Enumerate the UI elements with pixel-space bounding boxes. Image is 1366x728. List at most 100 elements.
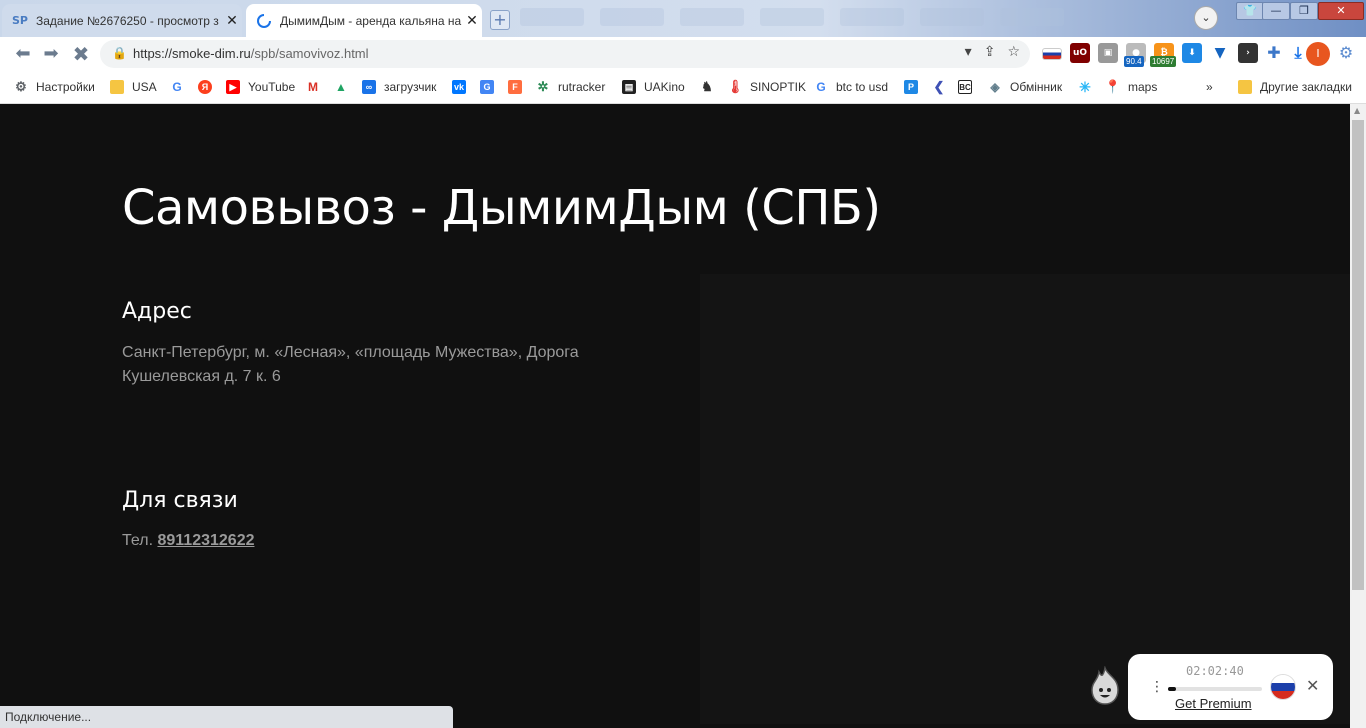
- bookmark-f[interactable]: F: [508, 78, 530, 96]
- tab-strip: SP Задание №2676250 - просмотр з ✕ Дымим…: [0, 0, 1366, 37]
- uakino-icon: ▤: [622, 80, 636, 94]
- close-icon[interactable]: ✕: [1306, 676, 1319, 695]
- russia-flag-icon[interactable]: [1270, 674, 1296, 700]
- other-bookmarks[interactable]: Другие закладки: [1238, 78, 1352, 96]
- ublock-icon[interactable]: uO: [1070, 43, 1090, 63]
- share-icon[interactable]: ⇪: [984, 44, 996, 60]
- address-heading: Адрес: [122, 299, 192, 324]
- vk-icon: vk: [452, 80, 466, 94]
- star-icon: ✳: [1079, 78, 1091, 95]
- url-text: https://smoke-dim.ru/spb/samovivoz.html: [133, 46, 369, 61]
- bookmark-downloader[interactable]: ∞ загрузчик: [362, 78, 436, 96]
- tab-search-button[interactable]: ⌄: [1194, 6, 1218, 30]
- extension-badge: 10697: [1150, 56, 1177, 67]
- terminal-extension-icon[interactable]: ›: [1238, 43, 1258, 63]
- diamond-icon: ◈: [990, 80, 1000, 94]
- loading-spinner-icon: [256, 13, 272, 29]
- bookmark-google[interactable]: G: [170, 78, 192, 96]
- google-icon: G: [172, 80, 182, 94]
- youtube-icon: ▶: [226, 80, 240, 94]
- page-title: Самовывоз - ДымимДым (СПБ): [122, 180, 881, 236]
- status-bar: Подключение...: [0, 706, 453, 728]
- address-text: Санкт-Петербург, м. «Лесная», «площадь М…: [122, 344, 579, 385]
- bookmark-maps[interactable]: 📍 maps: [1104, 78, 1157, 96]
- bookmark-gmail[interactable]: M: [306, 78, 328, 96]
- bookmark-youtube[interactable]: ▶ YouTube: [226, 78, 295, 96]
- extensions-puzzle-icon[interactable]: ✚: [1264, 43, 1284, 63]
- bookmark-drive[interactable]: ▲: [334, 78, 356, 96]
- arrow-icon: ❮: [933, 79, 945, 94]
- scrollbar[interactable]: ▲: [1350, 104, 1366, 728]
- more-vert-icon[interactable]: ⋮: [1150, 679, 1164, 695]
- toolbar: ⬅ ➡ ✖ 🔒 https://smoke-dim.ru/spb/samoviv…: [0, 37, 1366, 71]
- bookmark-translate[interactable]: G: [480, 78, 502, 96]
- minimize-button[interactable]: —: [1262, 2, 1290, 20]
- download-extension-icon[interactable]: ⬇: [1182, 43, 1202, 63]
- more-bookmarks-button[interactable]: »: [1206, 78, 1213, 96]
- bookmark-btc[interactable]: Gbtc to usd: [814, 78, 888, 96]
- google-icon: G: [816, 80, 826, 94]
- contact-text: Тел. 89112312622: [122, 532, 255, 549]
- profile-avatar[interactable]: I: [1306, 42, 1330, 66]
- lock-icon[interactable]: 🔒: [112, 46, 127, 60]
- russia-flag-extension-icon[interactable]: [1042, 48, 1062, 60]
- back-button[interactable]: ⬅: [12, 43, 34, 65]
- bookmark-exchanger[interactable]: ◈ Обмінник: [988, 78, 1062, 96]
- bookmark-bc[interactable]: BC: [958, 78, 980, 96]
- folder-icon: [110, 80, 124, 94]
- yandex-icon: Я: [198, 80, 212, 94]
- background-tabs: [520, 8, 1100, 30]
- bookmark-chess[interactable]: ♞: [700, 78, 722, 96]
- phone-link[interactable]: 89112312622: [157, 532, 254, 549]
- folder-icon: [1238, 80, 1252, 94]
- new-tab-button[interactable]: +: [490, 10, 510, 30]
- downloads-icon[interactable]: ⤓: [1288, 43, 1308, 63]
- stop-loading-button[interactable]: ✖: [70, 43, 92, 65]
- get-premium-link[interactable]: Get Premium: [1175, 696, 1252, 711]
- maps-icon: 📍: [1104, 79, 1122, 94]
- close-window-button[interactable]: ✕: [1318, 2, 1364, 20]
- address-bar[interactable]: 🔒 https://smoke-dim.ru/spb/samovivoz.htm…: [100, 40, 1030, 68]
- bookmark-star[interactable]: ✳: [1078, 78, 1100, 96]
- bookmark-settings[interactable]: ⚙ Настройки: [14, 78, 95, 96]
- briefcase-extension-icon[interactable]: ▣: [1098, 43, 1118, 63]
- close-tab-icon[interactable]: ✕: [222, 13, 242, 29]
- v-extension-icon[interactable]: ▼: [1210, 43, 1230, 63]
- infinity-icon: ∞: [362, 80, 376, 94]
- chess-icon: ♞: [701, 79, 713, 94]
- rutracker-icon: ✲: [537, 79, 549, 94]
- tab-smoke-dim[interactable]: ДымимДым - аренда кальяна на ✕: [246, 4, 482, 37]
- contact-heading: Для связи: [122, 488, 238, 513]
- dropdown-icon[interactable]: ▾: [965, 44, 972, 60]
- thermometer-icon: 🌡: [726, 79, 744, 94]
- close-tab-icon[interactable]: ✕: [462, 13, 482, 29]
- sp-favicon-icon: SP: [12, 14, 28, 27]
- f-icon: F: [508, 80, 522, 94]
- vpn-widget: ⋮ 02:02:40 Get Premium ✕: [1128, 654, 1333, 720]
- bookmark-p[interactable]: P: [904, 78, 926, 96]
- maximize-button[interactable]: ❐: [1290, 2, 1318, 20]
- tab-task[interactable]: SP Задание №2676250 - просмотр з ✕: [2, 4, 242, 37]
- bookmark-yandex[interactable]: Я: [198, 78, 220, 96]
- extension-badge: 90.4: [1124, 56, 1144, 67]
- translate-icon: G: [480, 80, 494, 94]
- bookmark-uakino[interactable]: ▤ UAKino: [622, 78, 685, 96]
- flame-mascot-icon[interactable]: [1088, 666, 1122, 706]
- bookmark-usa[interactable]: USA: [110, 78, 157, 96]
- scroll-up-icon[interactable]: ▲: [1354, 106, 1360, 115]
- tshirt-icon[interactable]: 👕: [1236, 2, 1264, 20]
- menu-gear-icon[interactable]: ⚙: [1336, 43, 1356, 63]
- forward-button[interactable]: ➡: [40, 43, 62, 65]
- bookmark-rutracker[interactable]: ✲ rutracker: [536, 78, 606, 96]
- p-icon: P: [904, 80, 918, 94]
- progress-bar: [1168, 687, 1262, 691]
- scrollbar-thumb[interactable]: [1352, 120, 1364, 590]
- bookmark-star-icon[interactable]: ☆: [1007, 44, 1020, 60]
- session-timer: 02:02:40: [1186, 664, 1244, 678]
- bookmark-vk[interactable]: vk: [452, 78, 474, 96]
- bookmark-sinoptik[interactable]: 🌡 SINOPTIK: [726, 78, 806, 96]
- gear-icon: ⚙: [15, 79, 27, 94]
- tab-title: ДымимДым - аренда кальяна на: [280, 13, 462, 28]
- bookmark-arrow[interactable]: ❮: [932, 78, 954, 96]
- gmail-icon: M: [308, 80, 318, 94]
